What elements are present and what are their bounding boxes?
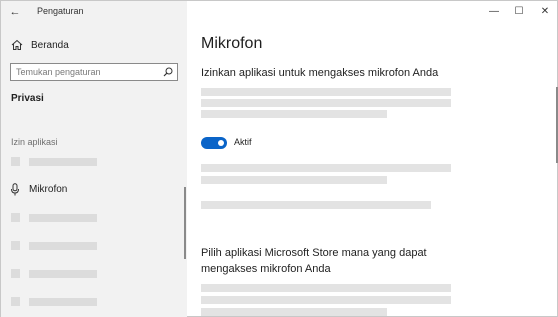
minimize-button[interactable]: — bbox=[487, 5, 501, 19]
sidebar-item[interactable] bbox=[1, 151, 187, 173]
sidebar-item[interactable] bbox=[1, 263, 187, 285]
nav-icon-placeholder bbox=[11, 213, 20, 222]
microphone-access-toggle[interactable] bbox=[201, 137, 227, 149]
title-bar: ← Pengaturan bbox=[1, 1, 187, 23]
text-placeholder bbox=[201, 164, 451, 172]
settings-window: ← Pengaturan Beranda Temukan pengaturan … bbox=[0, 0, 558, 317]
sidebar-item[interactable] bbox=[1, 291, 187, 313]
window-controls: — ☐ ✕ bbox=[187, 1, 558, 23]
nav-text-placeholder bbox=[29, 158, 97, 166]
text-placeholder bbox=[201, 99, 451, 107]
text-placeholder bbox=[201, 110, 387, 118]
nav-text-placeholder bbox=[29, 270, 97, 278]
sidebar-item-home[interactable]: Beranda bbox=[11, 37, 69, 53]
nav-icon-placeholder bbox=[11, 157, 20, 166]
search-placeholder: Temukan pengaturan bbox=[16, 67, 101, 77]
nav-icon-placeholder bbox=[11, 241, 20, 250]
group-label-app-permissions: Izin aplikasi bbox=[11, 137, 58, 147]
search-icon[interactable] bbox=[163, 67, 173, 77]
page-title: Mikrofon bbox=[201, 35, 263, 52]
app-title: Pengaturan bbox=[37, 6, 84, 16]
text-placeholder bbox=[201, 176, 387, 184]
text-placeholder bbox=[201, 296, 451, 304]
text-placeholder bbox=[201, 88, 451, 96]
text-placeholder bbox=[201, 308, 387, 316]
microphone-icon bbox=[11, 183, 19, 196]
nav-text-placeholder bbox=[29, 298, 97, 306]
section-heading: Pilih aplikasi Microsoft Store mana yang… bbox=[201, 247, 427, 275]
toggle-state-label: Aktif bbox=[234, 137, 252, 147]
section-heading: Izinkan aplikasi untuk mengakses mikrofo… bbox=[201, 67, 439, 79]
text-placeholder bbox=[201, 284, 451, 292]
sidebar: ← Pengaturan Beranda Temukan pengaturan … bbox=[1, 1, 187, 317]
maximize-button[interactable]: ☐ bbox=[512, 5, 526, 19]
text-placeholder bbox=[201, 201, 431, 209]
sidebar-item-microphone[interactable]: Mikrofon bbox=[1, 179, 187, 201]
nav-icon-placeholder bbox=[11, 297, 20, 306]
search-input[interactable]: Temukan pengaturan bbox=[10, 63, 178, 81]
sidebar-item[interactable] bbox=[1, 235, 187, 257]
home-icon bbox=[11, 39, 23, 50]
nav-text-placeholder bbox=[29, 242, 97, 250]
sidebar-item[interactable] bbox=[1, 207, 187, 229]
sidebar-item-label: Beranda bbox=[31, 39, 69, 51]
back-button[interactable]: ← bbox=[7, 5, 23, 19]
nav-icon-placeholder bbox=[11, 269, 20, 278]
sidebar-item-label: Mikrofon bbox=[29, 184, 68, 195]
sidebar-scrollbar[interactable] bbox=[184, 187, 186, 259]
nav-text-placeholder bbox=[29, 214, 97, 222]
section-label-privacy: Privasi bbox=[11, 93, 44, 104]
close-button[interactable]: ✕ bbox=[538, 5, 552, 19]
toggle-knob bbox=[218, 140, 224, 146]
